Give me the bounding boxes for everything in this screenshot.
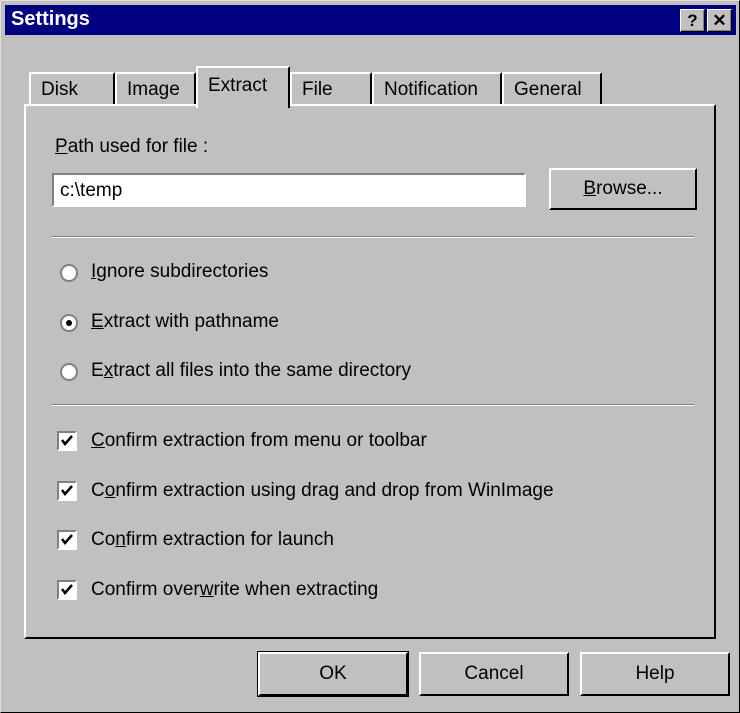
help-button[interactable]: Help <box>580 652 730 696</box>
title-bar[interactable]: Settings ? ✕ <box>5 5 736 35</box>
confirm-menu-checkbox[interactable] <box>57 431 77 451</box>
confirm-drag-drop-label[interactable]: Confirm extraction using drag and drop f… <box>91 480 554 502</box>
path-label: Path used for file : <box>55 136 209 157</box>
checkmark-icon <box>61 584 73 595</box>
browse-button[interactable]: Browse... <box>549 168 697 210</box>
cancel-button[interactable]: Cancel <box>419 652 569 696</box>
ignore-subdirectories-radio[interactable] <box>60 264 78 282</box>
separator <box>52 236 694 238</box>
checkmark-icon <box>61 435 73 446</box>
confirm-overwrite-checkbox[interactable] <box>57 580 77 600</box>
tab-disk[interactable]: Disk <box>29 72 115 104</box>
ok-button[interactable]: OK <box>257 651 409 697</box>
confirm-drag-drop-checkbox[interactable] <box>57 481 77 501</box>
confirm-menu-label[interactable]: Confirm extraction from menu or toolbar <box>91 430 427 452</box>
extract-same-directory-label[interactable]: Extract all files into the same director… <box>91 360 411 382</box>
tab-general[interactable]: General <box>502 72 602 104</box>
tab-extract[interactable]: Extract <box>196 66 290 108</box>
ignore-subdirectories-label[interactable]: Ignore subdirectories <box>91 261 268 283</box>
extract-with-pathname-radio[interactable] <box>60 314 78 332</box>
path-input[interactable]: c:\temp <box>52 173 526 207</box>
confirm-overwrite-label[interactable]: Confirm overwrite when extracting <box>91 579 378 601</box>
tab-file[interactable]: File <box>290 72 372 104</box>
extract-same-directory-radio[interactable] <box>60 363 78 381</box>
tab-notification[interactable]: Notification <box>372 72 502 104</box>
close-title-button[interactable]: ✕ <box>707 9 732 32</box>
confirm-launch-label[interactable]: Confirm extraction for launch <box>91 529 334 551</box>
separator <box>52 404 694 406</box>
extract-with-pathname-label[interactable]: Extract with pathname <box>91 311 279 333</box>
checkmark-icon <box>61 485 73 496</box>
confirm-launch-checkbox[interactable] <box>57 530 77 550</box>
help-title-button[interactable]: ? <box>680 9 705 32</box>
path-input-value: c:\temp <box>60 180 123 201</box>
dialog-title: Settings <box>11 8 90 30</box>
checkmark-icon <box>61 534 73 545</box>
tab-image[interactable]: Image <box>115 72 196 104</box>
